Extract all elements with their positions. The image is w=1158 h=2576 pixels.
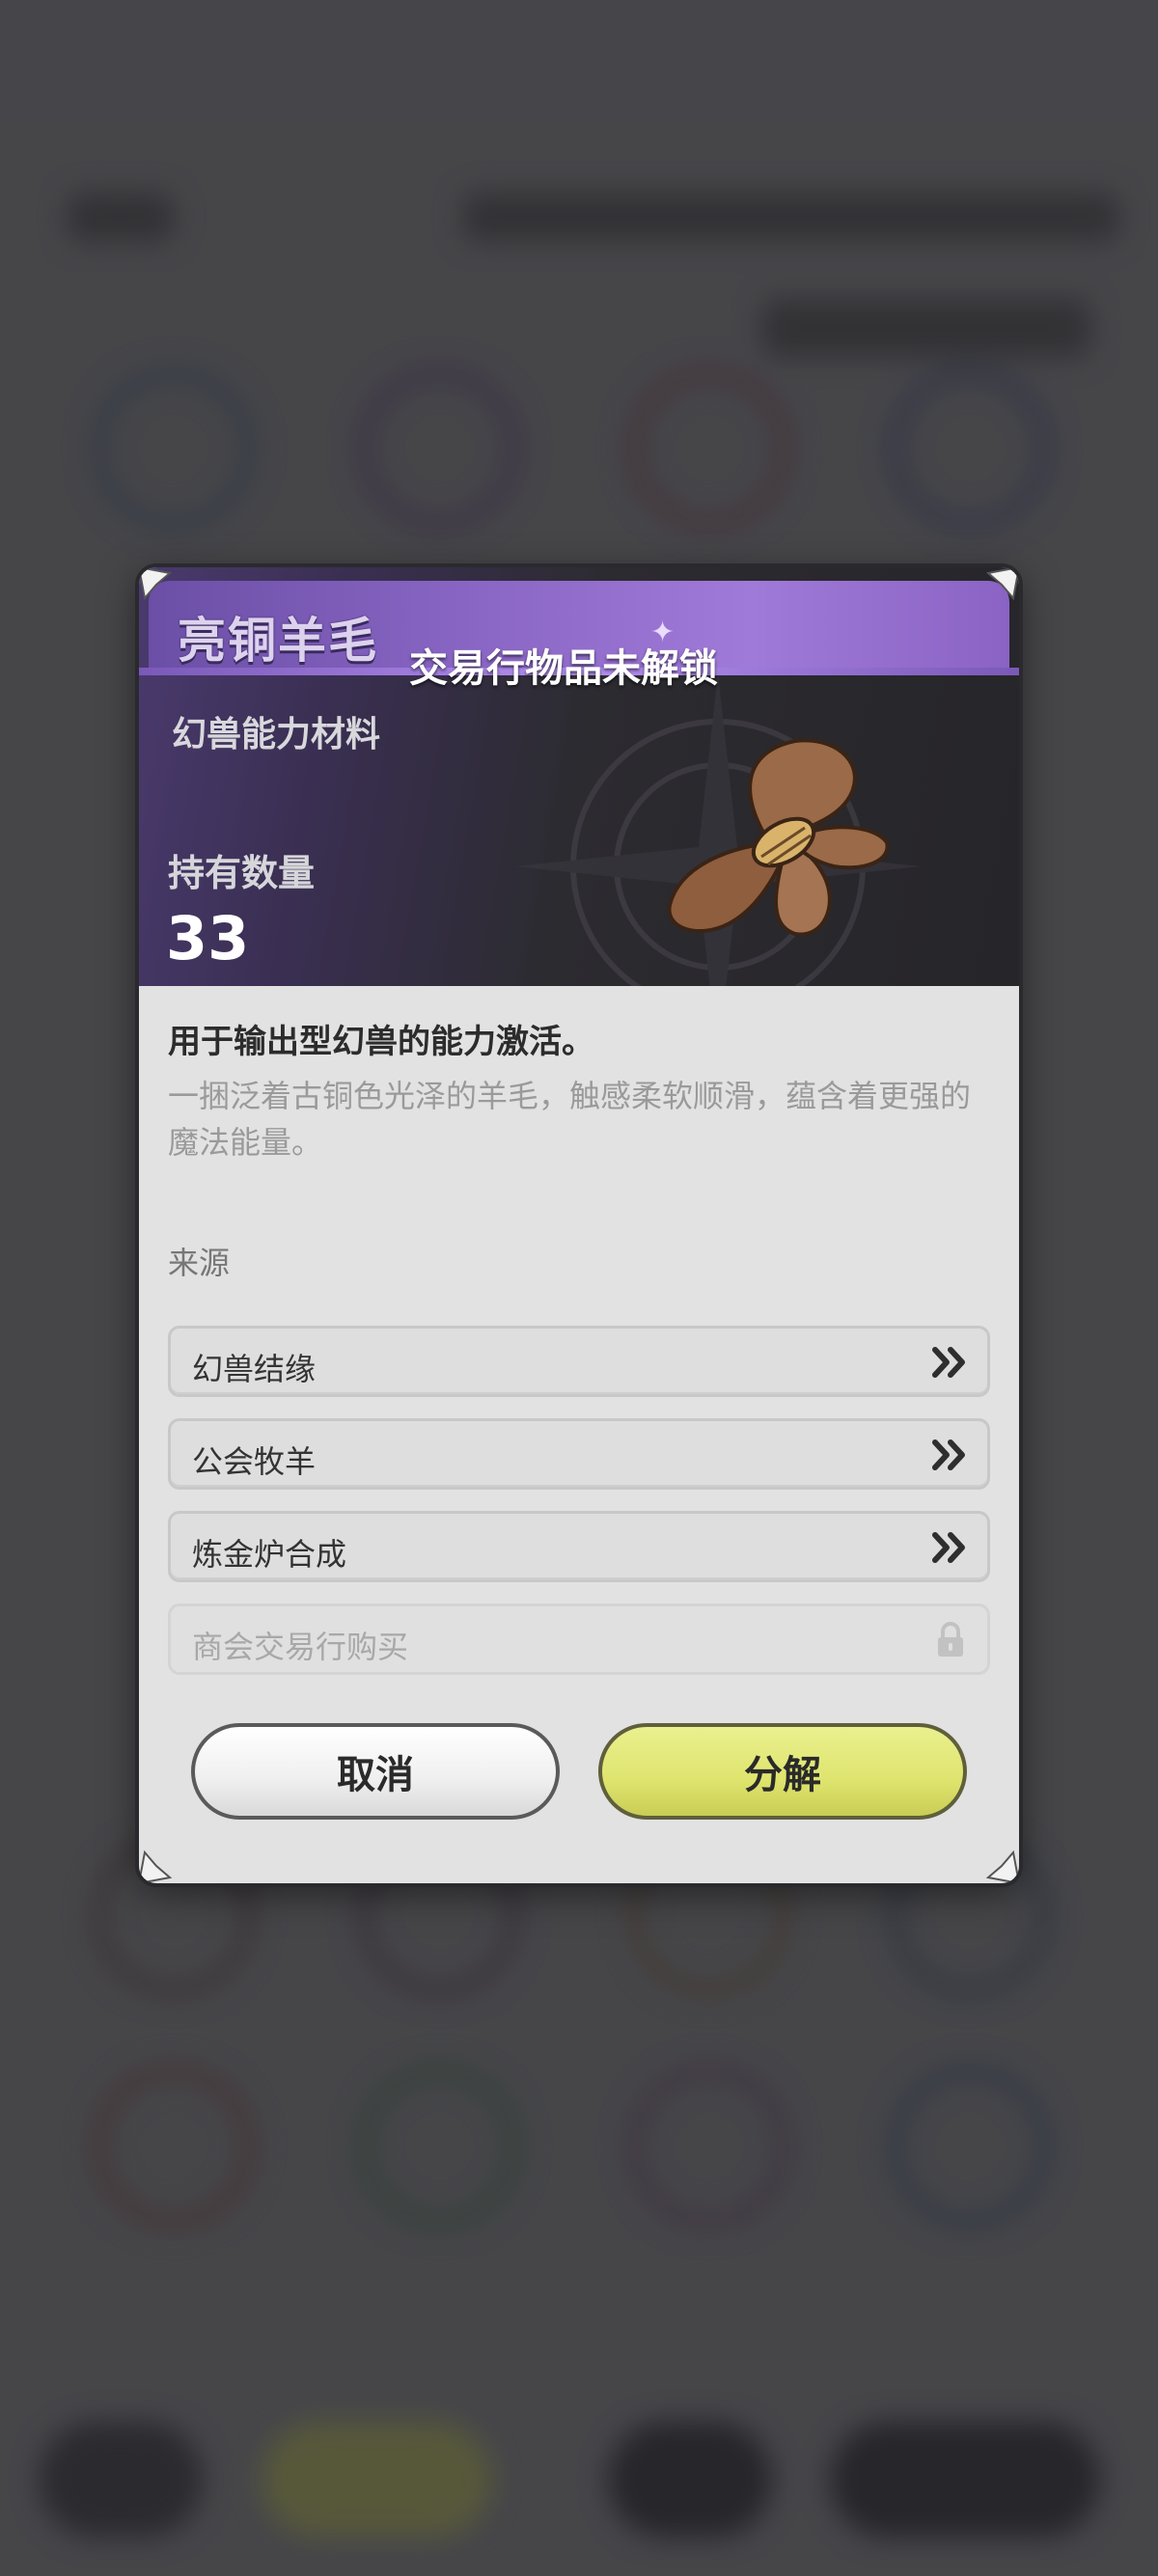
double-chevron-right-icon: [932, 1347, 965, 1378]
source-label: 商会交易行购买: [192, 1629, 409, 1665]
item-detail-dialog: ✦ 亮铜羊毛 交易行物品未解锁 幻兽能力材料 持有数量 33 用于输出型幻兽的能…: [139, 567, 1019, 1883]
item-description: 一捆泛着古铜色光泽的羊毛，触感柔软顺滑，蕴含着更强的魔法能量。: [168, 1078, 972, 1161]
owned-count: 33: [166, 903, 250, 973]
source-item-alchemy-furnace[interactable]: 炼金炉合成: [168, 1511, 990, 1582]
source-title: 来源: [168, 1245, 231, 1281]
source-label: 炼金炉合成: [192, 1536, 347, 1573]
source-item-guild-shepherd[interactable]: 公会牧羊: [168, 1418, 990, 1490]
wool-bundle-icon: [667, 738, 890, 937]
corner-ornament-icon: [139, 567, 176, 604]
source-label: 幻兽结缘: [192, 1351, 317, 1387]
item-name: 亮铜羊毛: [178, 613, 378, 669]
double-chevron-right-icon: [932, 1439, 965, 1470]
lock-icon: [938, 1622, 963, 1657]
trade-status: 交易行物品未解锁: [409, 646, 718, 691]
double-chevron-right-icon: [932, 1532, 965, 1563]
corner-ornament-icon: [982, 1847, 1019, 1883]
item-category: 幻兽能力材料: [172, 715, 381, 754]
decompose-button[interactable]: 分解: [598, 1723, 967, 1820]
item-header: ✦ 亮铜羊毛 交易行物品未解锁 幻兽能力材料 持有数量 33: [139, 567, 1019, 986]
corner-ornament-icon: [139, 1847, 176, 1883]
source-item-beast-bond[interactable]: 幻兽结缘: [168, 1326, 990, 1397]
cancel-button[interactable]: 取消: [191, 1723, 560, 1820]
owned-label: 持有数量: [168, 852, 316, 894]
item-usage: 用于输出型幻兽的能力激活。: [168, 1023, 594, 1061]
corner-ornament-icon: [982, 567, 1019, 604]
source-label: 公会牧羊: [192, 1443, 317, 1480]
source-item-trading-house: 商会交易行购买: [168, 1603, 990, 1675]
